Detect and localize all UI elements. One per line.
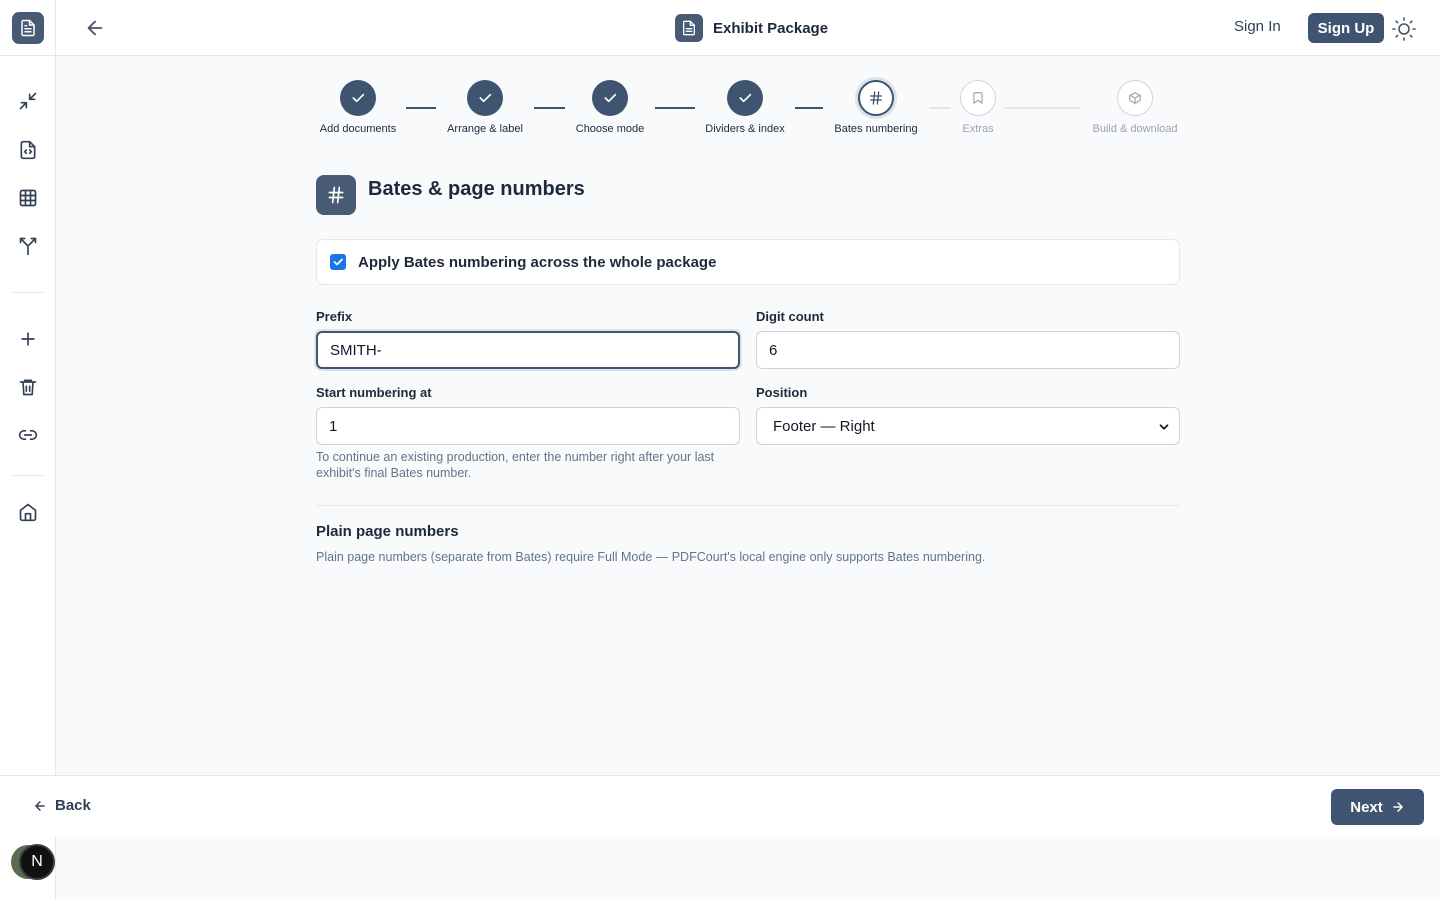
start-at-input[interactable]: 1 [316,407,740,445]
apply-bates-checkbox[interactable] [330,254,346,270]
sidebar-divider [0,55,56,56]
section-divider [316,505,1180,506]
check-icon [467,80,503,116]
sidebar-separator [12,475,44,476]
prefix-label: Prefix [316,309,353,324]
start-at-help: To continue an existing production, ente… [316,450,715,480]
back-button[interactable]: Back [33,797,91,814]
sidebar [0,0,56,900]
step-choose-mode[interactable] [592,80,628,116]
step-connector [655,107,695,109]
position-value: Footer — Right [773,417,875,435]
next-button[interactable]: Next [1331,789,1424,825]
bookmark-icon [960,80,996,116]
arrow-right-icon [1392,802,1403,812]
file-code-icon[interactable] [16,138,40,162]
step-bates-numbering[interactable] [858,80,894,116]
step-label: Bates numbering [834,123,918,135]
page-title: Exhibit Package [675,14,828,42]
step-arrange-label[interactable] [467,80,503,116]
start-at-value: 1 [329,417,338,435]
sun-icon[interactable] [1392,17,1416,41]
split-icon[interactable] [16,234,40,258]
prefix-input[interactable]: SMITH- [316,331,740,369]
step-dividers-index[interactable] [727,80,763,116]
app-title: Exhibit Package [713,19,829,37]
back-label: Back [55,797,91,814]
apply-bates-label[interactable]: Apply Bates numbering across the whole p… [358,254,716,271]
chevron-down-icon [1157,420,1171,434]
digit-count-value: 6 [769,341,778,359]
position-select[interactable]: Footer — Right [756,407,1180,445]
digit-count-input[interactable]: 6 [756,331,1180,369]
digit-count-label: Digit count [756,309,824,324]
check-icon [340,80,376,116]
step-connector [406,107,436,109]
step-connector [534,107,565,109]
step-connector [1004,107,1080,109]
plus-icon[interactable] [16,327,40,351]
arrow-left-icon [35,800,45,811]
step-label: Choose mode [575,123,645,135]
step-label: Arrange & label [447,123,523,135]
link-icon[interactable] [16,423,40,447]
check-icon [592,80,628,116]
step-add-documents[interactable] [340,80,376,116]
compress-icon[interactable] [16,89,40,113]
package-icon [1117,80,1153,116]
plain-numbers-title: Plain page numbers [316,523,459,540]
apply-bates-card: Apply Bates numbering across the whole p… [316,239,1180,285]
step-connector [795,107,823,109]
sign-in-button[interactable]: Sign In [1234,18,1281,35]
step-label: Add documents [319,123,397,135]
top-header: Exhibit Package Sign In Sign Up [56,0,1440,56]
prefix-value: SMITH- [330,341,382,359]
hash-icon [858,80,894,116]
step-label: Extras [962,123,994,135]
check-icon [727,80,763,116]
table-icon[interactable] [16,186,40,210]
arrow-left-icon[interactable] [84,17,106,39]
sign-up-button[interactable]: Sign Up [1308,13,1384,43]
step-label: Dividers & index [705,123,785,135]
step-build-download[interactable] [1117,80,1153,116]
position-label: Position [756,385,808,400]
step-label: Build & download [1092,123,1178,135]
step-extras[interactable] [960,80,996,116]
document-icon[interactable] [12,12,44,44]
hash-icon [316,175,356,215]
sidebar-separator [12,292,44,293]
start-at-label: Start numbering at [316,385,432,400]
home-icon[interactable] [16,500,40,524]
section-title: Bates & page numbers [368,178,585,200]
user-avatar[interactable]: N [11,844,57,880]
wizard-footer: Back Next [0,775,1440,836]
next-label: Next [1350,798,1383,816]
trash-icon[interactable] [16,375,40,399]
plain-numbers-text: Plain page numbers (separate from Bates)… [316,550,986,564]
check-icon [333,258,343,266]
step-connector [929,107,951,109]
document-icon [675,14,703,42]
avatar[interactable]: N [19,844,55,880]
